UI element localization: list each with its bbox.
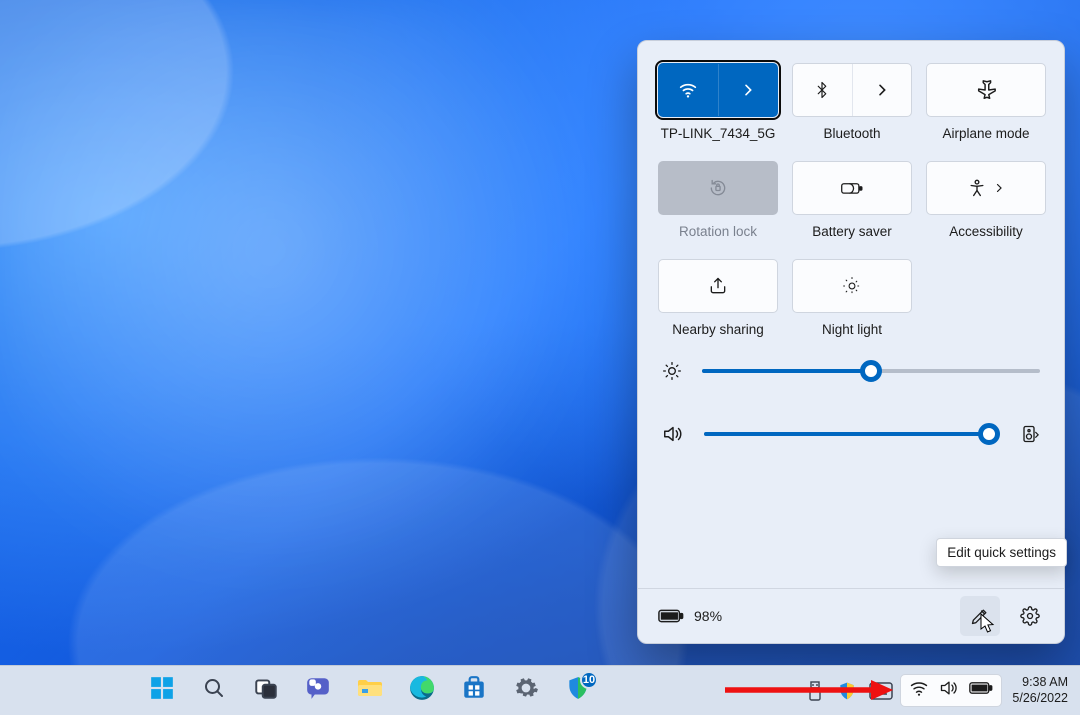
file-explorer-button[interactable] bbox=[349, 670, 391, 712]
windows-logo-icon bbox=[149, 675, 175, 706]
volume-icon bbox=[662, 423, 684, 445]
badge-count: 10 bbox=[580, 671, 598, 689]
battery-icon bbox=[658, 608, 684, 624]
accessibility-toggle[interactable] bbox=[926, 161, 1046, 215]
brightness-icon bbox=[662, 361, 682, 381]
taskbar-pinned-apps: 10 bbox=[141, 666, 599, 715]
airplane-toggle[interactable] bbox=[926, 63, 1046, 117]
airplane-icon bbox=[975, 79, 997, 101]
search-button[interactable] bbox=[193, 670, 235, 712]
tray-security-icon[interactable] bbox=[832, 670, 862, 712]
widgets-button[interactable]: 10 bbox=[557, 670, 599, 712]
tooltip-edit-quick-settings: Edit quick settings bbox=[936, 538, 1067, 567]
bluetooth-icon bbox=[793, 64, 852, 116]
brightness-row bbox=[662, 361, 1040, 381]
taskbar: 10 bbox=[0, 665, 1080, 715]
tray-network-volume-battery[interactable] bbox=[900, 674, 1002, 707]
rotation-lock-toggle bbox=[658, 161, 778, 215]
tile-battery-saver: Battery saver bbox=[792, 161, 912, 239]
audio-output-button[interactable] bbox=[1018, 424, 1040, 444]
share-icon bbox=[708, 276, 728, 296]
system-tray: 9:38 AM 5/26/2022 bbox=[800, 666, 1080, 715]
tile-accessibility: Accessibility bbox=[926, 161, 1046, 239]
flyout-bottom-bar: 98% bbox=[638, 588, 1064, 643]
accessibility-icon bbox=[967, 178, 1005, 198]
tray-usb-icon[interactable] bbox=[800, 670, 830, 712]
edit-quick-settings-button[interactable] bbox=[960, 596, 1000, 636]
tray-touch-keyboard-button[interactable] bbox=[864, 670, 898, 712]
tile-nearby-sharing: Nearby sharing bbox=[658, 259, 778, 337]
tile-wifi: TP-LINK_7434_5G bbox=[658, 63, 778, 141]
clock-time: 9:38 AM bbox=[1022, 675, 1068, 691]
edge-icon bbox=[409, 675, 435, 706]
folder-icon bbox=[356, 676, 384, 705]
brightness-slider[interactable] bbox=[702, 369, 1040, 373]
night-light-label: Night light bbox=[822, 322, 882, 337]
accessibility-label: Accessibility bbox=[949, 224, 1023, 239]
desktop-wallpaper: TP-LINK_7434_5G Bluetooth bbox=[0, 0, 1080, 715]
search-icon bbox=[202, 676, 226, 705]
chat-button[interactable] bbox=[297, 670, 339, 712]
edge-button[interactable] bbox=[401, 670, 443, 712]
nearby-sharing-label: Nearby sharing bbox=[672, 322, 764, 337]
battery-saver-label: Battery saver bbox=[812, 224, 892, 239]
wifi-toggle[interactable] bbox=[658, 63, 778, 117]
tile-night-light: Night light bbox=[792, 259, 912, 337]
rotation-lock-label: Rotation lock bbox=[679, 224, 757, 239]
battery-level-text: 98% bbox=[694, 608, 722, 624]
store-icon bbox=[461, 675, 487, 706]
tray-battery-icon bbox=[969, 681, 993, 700]
night-light-toggle[interactable] bbox=[792, 259, 912, 313]
settings-app-button[interactable] bbox=[505, 670, 547, 712]
bluetooth-label: Bluetooth bbox=[823, 126, 880, 141]
airplane-label: Airplane mode bbox=[942, 126, 1029, 141]
nearby-sharing-toggle[interactable] bbox=[658, 259, 778, 313]
gear-icon bbox=[1020, 606, 1040, 626]
all-settings-button[interactable] bbox=[1010, 596, 1050, 636]
tile-rotation-lock: Rotation lock bbox=[658, 161, 778, 239]
wifi-icon bbox=[659, 64, 718, 116]
tray-volume-icon bbox=[939, 679, 959, 702]
task-view-button[interactable] bbox=[245, 670, 287, 712]
tile-airplane: Airplane mode bbox=[926, 63, 1046, 141]
wifi-label: TP-LINK_7434_5G bbox=[661, 126, 776, 141]
tile-bluetooth: Bluetooth bbox=[792, 63, 912, 141]
start-button[interactable] bbox=[141, 670, 183, 712]
bluetooth-expand-icon[interactable] bbox=[852, 64, 912, 116]
battery-saver-icon bbox=[840, 178, 864, 198]
tray-wifi-icon bbox=[909, 679, 929, 702]
wifi-expand-icon[interactable] bbox=[718, 64, 778, 116]
pencil-icon bbox=[970, 606, 990, 626]
clock-date: 5/26/2022 bbox=[1012, 691, 1068, 707]
settings-app-icon bbox=[513, 675, 539, 706]
store-button[interactable] bbox=[453, 670, 495, 712]
chat-icon bbox=[305, 675, 331, 706]
rotation-lock-icon bbox=[708, 178, 728, 198]
volume-slider[interactable] bbox=[704, 432, 998, 436]
volume-row bbox=[662, 423, 1040, 445]
chevron-right-icon bbox=[993, 182, 1005, 194]
task-view-icon bbox=[253, 675, 279, 706]
night-light-icon bbox=[842, 276, 862, 296]
battery-saver-toggle[interactable] bbox=[792, 161, 912, 215]
taskbar-clock[interactable]: 9:38 AM 5/26/2022 bbox=[1004, 675, 1076, 706]
bluetooth-toggle[interactable] bbox=[792, 63, 912, 117]
